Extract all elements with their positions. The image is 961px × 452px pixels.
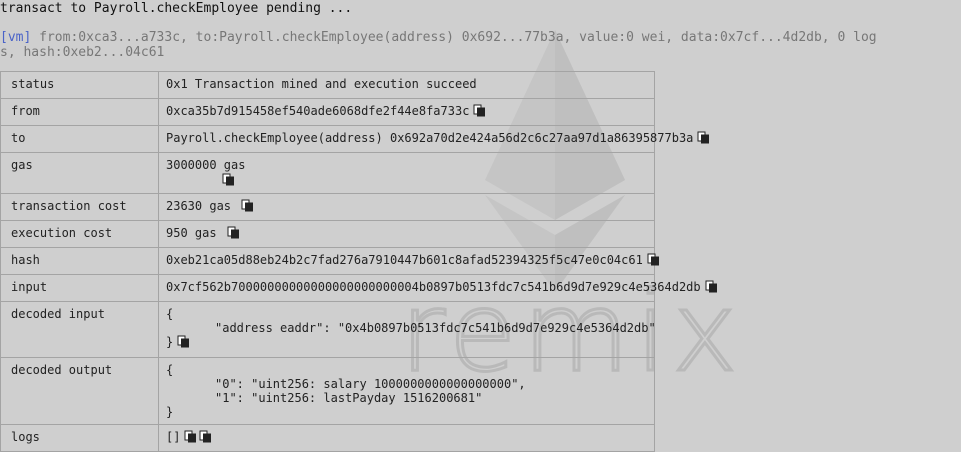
row-transaction-cost: transaction cost 23630 gas bbox=[0, 193, 655, 221]
copy-icon[interactable] bbox=[697, 131, 710, 144]
status-label: status bbox=[0, 71, 159, 99]
copy-icon[interactable] bbox=[647, 253, 660, 266]
row-status: status 0x1 Transaction mined and executi… bbox=[0, 71, 655, 99]
decoded-output-entry-0: "0": "uint256: salary 100000000000000000… bbox=[215, 377, 526, 391]
copy-icon[interactable] bbox=[241, 199, 254, 212]
logs-label: logs bbox=[0, 424, 159, 452]
row-from: from 0xca35b7d915458ef540ade6068dfe2f44e… bbox=[0, 98, 655, 126]
copy-icon[interactable] bbox=[473, 104, 486, 117]
hash-label: hash bbox=[0, 247, 159, 275]
input-value: 0x7cf562b70000000000000000000000004b0897… bbox=[166, 280, 701, 294]
decoded-input-entry: "address eaddr": "0x4b0897b0513fdc7c541b… bbox=[215, 321, 656, 335]
transaction-cost-label: transaction cost bbox=[0, 193, 159, 221]
decoded-output-entry-1: "1": "uint256: lastPayday 1516200681" bbox=[215, 391, 483, 405]
decoded-input-label: decoded input bbox=[0, 301, 159, 358]
log-line-2: s, hash:0xeb2...04c61 bbox=[0, 45, 165, 60]
row-hash: hash 0xeb21ca05d88eb24b2c7fad276a7910447… bbox=[0, 247, 659, 275]
decoded-input-close: } bbox=[166, 335, 174, 349]
to-value: Payroll.checkEmployee(address) 0x692a70d… bbox=[166, 131, 694, 145]
row-decoded-output: decoded output { "0": "uint256: salary 1… bbox=[0, 357, 655, 425]
copy-icon[interactable] bbox=[705, 280, 718, 293]
decoded-output-close: } bbox=[166, 405, 174, 419]
row-decoded-input: decoded input { "address eaddr": "0x4b08… bbox=[0, 301, 656, 358]
execution-cost-label: execution cost bbox=[0, 220, 159, 248]
decoded-output-open: { bbox=[166, 363, 174, 377]
tx-log-summary[interactable]: [vm] from:0xca3...a733c, to:Payroll.chec… bbox=[0, 30, 900, 60]
pending-message: transact to Payroll.checkEmployee pendin… bbox=[0, 1, 353, 16]
row-input: input 0x7cf562b7000000000000000000000000… bbox=[0, 274, 717, 302]
row-gas: gas 3000000 gas bbox=[0, 152, 655, 194]
decoded-input-open: { bbox=[166, 307, 174, 321]
copy-icon[interactable] bbox=[184, 430, 197, 443]
transaction-details-table: status 0x1 Transaction mined and executi… bbox=[0, 71, 717, 452]
from-value: 0xca35b7d915458ef540ade6068dfe2f44e8fa73… bbox=[166, 104, 470, 118]
hash-value: 0xeb21ca05d88eb24b2c7fad276a7910447b601c… bbox=[166, 253, 643, 267]
execution-cost-value: 950 gas bbox=[166, 226, 217, 240]
row-logs: logs [] bbox=[0, 424, 655, 452]
row-to: to Payroll.checkEmployee(address) 0x692a… bbox=[0, 125, 710, 153]
gas-label: gas bbox=[0, 152, 159, 194]
logs-value: [] bbox=[166, 430, 181, 444]
gas-value: 3000000 gas bbox=[166, 158, 246, 172]
to-label: to bbox=[0, 125, 159, 153]
decoded-output-label: decoded output bbox=[0, 357, 159, 425]
log-line-1: from:0xca3...a733c, to:Payroll.checkEmpl… bbox=[31, 30, 877, 45]
vm-tag: [vm] bbox=[0, 30, 32, 45]
input-label: input bbox=[0, 274, 159, 302]
copy-icon[interactable] bbox=[177, 335, 190, 348]
from-label: from bbox=[0, 98, 159, 126]
copy-icon[interactable] bbox=[227, 226, 240, 239]
copy-icon[interactable] bbox=[199, 430, 212, 443]
transaction-cost-value: 23630 gas bbox=[166, 199, 232, 213]
copy-icon[interactable] bbox=[222, 173, 235, 186]
row-execution-cost: execution cost 950 gas bbox=[0, 220, 655, 248]
status-value: 0x1 Transaction mined and execution succ… bbox=[158, 71, 655, 99]
